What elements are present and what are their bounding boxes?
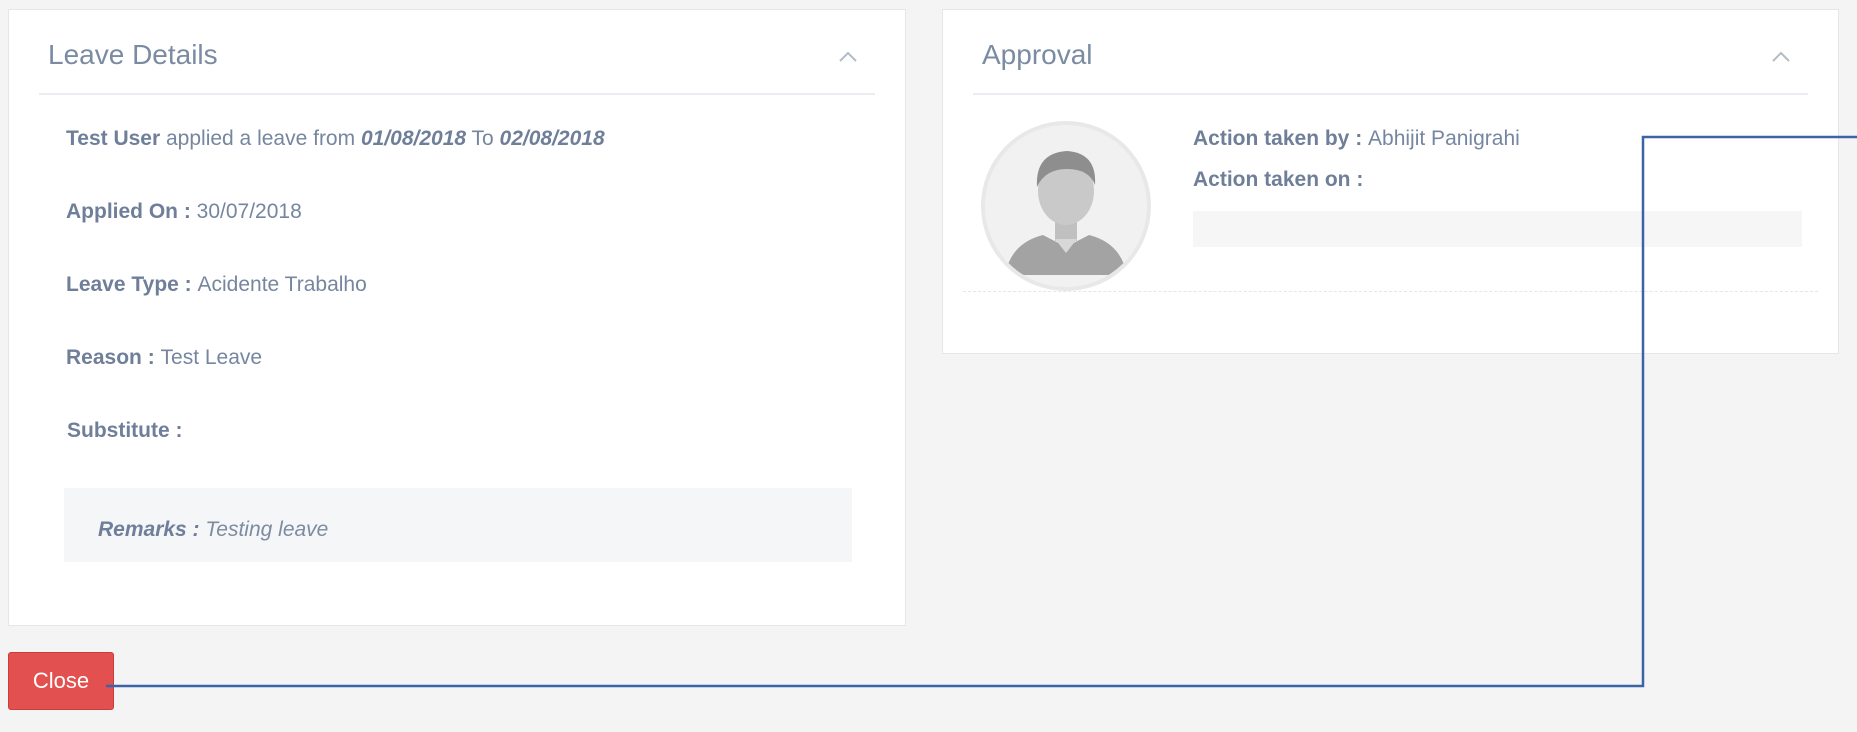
leave-details-panel: Leave Details Test User applied a leave … [8,9,906,626]
approval-title: Approval [982,39,1093,70]
leave-type-label: Leave Type : [66,273,198,296]
reason-value: Test Leave [160,346,263,369]
from-date: 01/08/2018 [360,127,467,150]
substitute-row: Substitute : [67,419,183,443]
substitute-label: Substitute : [67,419,183,442]
remarks-text: Remarks : Testing leave [98,518,328,542]
close-button[interactable]: Close [8,652,114,710]
action-by-value: Abhijit Panigrahi [1368,127,1520,150]
action-comment-placeholder [1193,211,1802,247]
to-word: To [466,127,500,150]
applied-on-row: Applied On : 30/07/2018 [66,200,302,224]
approval-panel: Approval Action taken by : Abhijit Panig… [942,9,1839,354]
applicant-name: Test User [66,127,161,150]
leave-type-row: Leave Type : Acidente Trabalho [66,273,367,297]
remarks-label: Remarks : [98,518,206,541]
user-avatar-icon [981,121,1151,291]
leave-details-title: Leave Details [48,39,218,70]
applied-phrase: applied a leave from [160,127,361,150]
leave-summary: Test User applied a leave from 01/08/201… [66,127,605,151]
remarks-box: Remarks : Testing leave [64,488,852,562]
action-on-row: Action taken on : [1193,168,1363,192]
applied-on-label: Applied On : [66,200,197,223]
reason-row: Reason : Test Leave [66,346,262,370]
chevron-up-icon[interactable] [837,46,859,68]
action-by-row: Action taken by : Abhijit Panigrahi [1193,127,1520,151]
leave-details-header: Leave Details [39,10,875,95]
action-by-label: Action taken by : [1193,127,1369,150]
action-on-label: Action taken on : [1193,168,1364,191]
leave-type-value: Acidente Trabalho [197,273,367,296]
divider [963,291,1818,292]
remarks-value: Testing leave [205,518,329,541]
applied-on-value: 30/07/2018 [196,200,302,223]
reason-label: Reason : [66,346,161,369]
approval-header: Approval [973,10,1808,95]
chevron-up-icon[interactable] [1770,46,1792,68]
to-date: 02/08/2018 [499,127,605,150]
